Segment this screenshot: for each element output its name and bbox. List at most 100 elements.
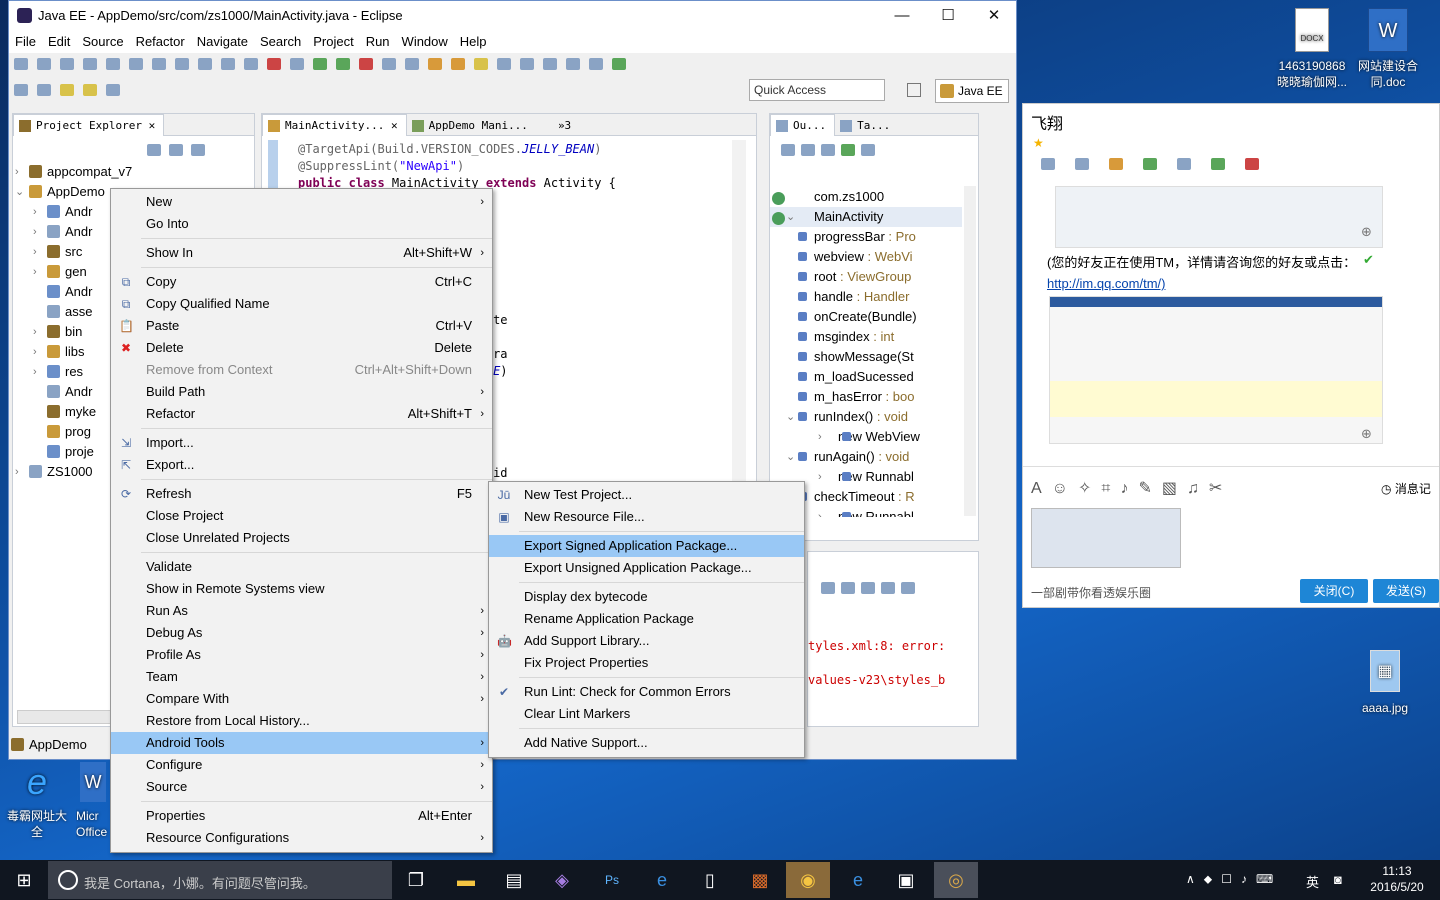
clock[interactable]: 11:13 2016/5/20 [1362,863,1432,895]
menu-item[interactable]: Configure › [111,754,492,776]
create-group-icon[interactable] [1143,158,1157,170]
debug-icon[interactable] [313,58,327,70]
tray-chevron-icon[interactable]: ∧ [1186,872,1204,886]
menu-navigate[interactable]: Navigate [191,31,254,49]
menu-item[interactable]: Fix Project Properties [489,652,804,674]
menu-item[interactable]: Restore from Local History... [111,710,492,732]
menu-item[interactable]: ⧉ Copy Qualified Name [111,293,492,315]
open-perspective-icon[interactable] [907,83,921,97]
save-icon[interactable] [37,58,51,70]
desktop-icon-doc[interactable]: W 网站建设合 同.doc [1350,8,1426,90]
pin-icon[interactable] [497,58,511,70]
shake-icon[interactable]: ✧ [1078,480,1101,497]
expand-icon[interactable]: › [818,427,822,447]
menu-item[interactable]: 🤖 Add Support Library... [489,630,804,652]
zoom-icon[interactable]: ⊕ [1361,224,1372,240]
voice-call-icon[interactable] [1041,158,1055,170]
expand-icon[interactable]: › [33,342,37,362]
menu-item[interactable]: New › [111,191,492,213]
network-app-icon[interactable]: ▣ [884,862,928,898]
edit-icon[interactable]: ✎ [1138,480,1161,497]
tray-app-icon[interactable]: ⬥ [1204,872,1221,886]
resume-icon[interactable] [221,58,235,70]
editor-tab[interactable]: AppDemo Mani... [407,115,536,137]
chat-screenshot-2[interactable] [1049,296,1383,444]
image-icon[interactable]: ▧ [1162,480,1187,497]
outline-item[interactable]: › new WebView [770,427,962,447]
chat-screenshot-1[interactable] [1055,186,1383,248]
maximize-button[interactable]: ☐ [925,1,971,31]
block-icon[interactable] [543,58,557,70]
outline-item[interactable]: m_loadSucessed [770,367,962,387]
message-history[interactable]: ◷ 消息记 [1381,480,1431,497]
ime-indicator[interactable]: 英 [1306,872,1319,891]
new-icon[interactable] [14,58,28,70]
remote-desktop-icon[interactable] [1177,158,1191,170]
chrome-icon[interactable]: ◉ [786,862,830,898]
outline-item[interactable]: progressBar : Pro [770,227,962,247]
new-class-icon[interactable] [405,58,419,70]
external-tools-icon[interactable] [359,58,373,70]
back-icon[interactable] [60,84,74,96]
menu-item[interactable]: Debug As › [111,622,492,644]
editor-tab[interactable]: MainActivity... ✕ [262,114,407,136]
menu-item[interactable]: Properties Alt+Enter [111,805,492,827]
menu-item[interactable]: Validate [111,556,492,578]
menu-refactor[interactable]: Refactor [130,31,191,49]
step-icon[interactable] [152,58,166,70]
outline-item[interactable]: msgindex : int [770,327,962,347]
menu-item[interactable]: Source › [111,776,492,798]
eclipse-taskbar-icon[interactable]: ◎ [934,862,978,898]
menu-item[interactable]: Export Signed Application Package... [489,535,804,557]
expand-icon[interactable]: › [33,222,37,242]
menu-item[interactable]: Go Into [111,213,492,235]
visual-studio-icon[interactable]: ◈ [540,862,584,898]
menu-item[interactable]: Add Native Support... [489,732,804,754]
close-chat-button[interactable]: 关闭(C) [1300,579,1368,603]
menu-item[interactable]: Team › [111,666,492,688]
outline-item[interactable]: showMessage(St [770,347,962,367]
menu-help[interactable]: Help [454,31,493,49]
menu-item[interactable]: Export Unsigned Application Package... [489,557,804,579]
outline-item[interactable]: ⌄ MainActivity [770,207,962,227]
run-icon[interactable] [336,58,350,70]
hide-local-icon[interactable] [861,144,875,156]
edge-icon[interactable]: e [640,862,684,898]
menu-item[interactable]: ⇱ Export... [111,454,492,476]
new-server-icon[interactable] [382,58,396,70]
outline-tab[interactable]: Ou... [770,114,836,136]
outline-item[interactable]: onCreate(Bundle) [770,307,962,327]
menu-run[interactable]: Run [360,31,396,49]
send-button[interactable]: 发送(S) [1373,579,1439,603]
expand-icon[interactable]: ⌄ [786,207,795,227]
notepad-icon[interactable]: ▯ [688,862,732,898]
expand-icon[interactable]: › [15,462,19,482]
expand-icon[interactable]: › [33,262,37,282]
suspend-icon[interactable] [244,58,258,70]
hide-static-icon[interactable] [821,144,835,156]
hide-nonpublic-icon[interactable] [841,144,855,156]
redo-icon[interactable] [198,58,212,70]
expand-icon[interactable]: › [15,162,19,182]
share-screen-icon[interactable] [1211,158,1225,170]
start-button[interactable]: ⊞ [2,862,46,898]
ad-text[interactable]: 一部剧带你看透娱乐圈 [1031,584,1151,601]
tab-project-explorer[interactable]: Project Explorer ✕ [13,114,165,136]
font-icon[interactable]: A [1031,480,1052,497]
forward-icon[interactable] [83,84,97,96]
menu-item[interactable]: ⧉ Copy Ctrl+C [111,271,492,293]
outline-item[interactable]: root : ViewGroup [770,267,962,287]
collapse-all-icon[interactable] [147,144,161,156]
outline-item[interactable]: com.zs1000 [770,187,962,207]
menu-item[interactable]: Build Path › [111,381,492,403]
print-icon[interactable] [83,58,97,70]
keyboard-icon[interactable]: ◙ [1334,872,1342,887]
outline-item[interactable]: webview : WebVi [770,247,962,267]
expand-icon[interactable]: › [33,242,37,262]
view-menu-icon[interactable] [191,144,205,156]
menu-item[interactable]: Close Project [111,505,492,527]
menu-item[interactable]: Compare With › [111,688,492,710]
menu-edit[interactable]: Edit [42,31,76,49]
tree-item[interactable]: › appcompat_v7 [13,162,254,182]
menu-window[interactable]: Window [396,31,454,49]
